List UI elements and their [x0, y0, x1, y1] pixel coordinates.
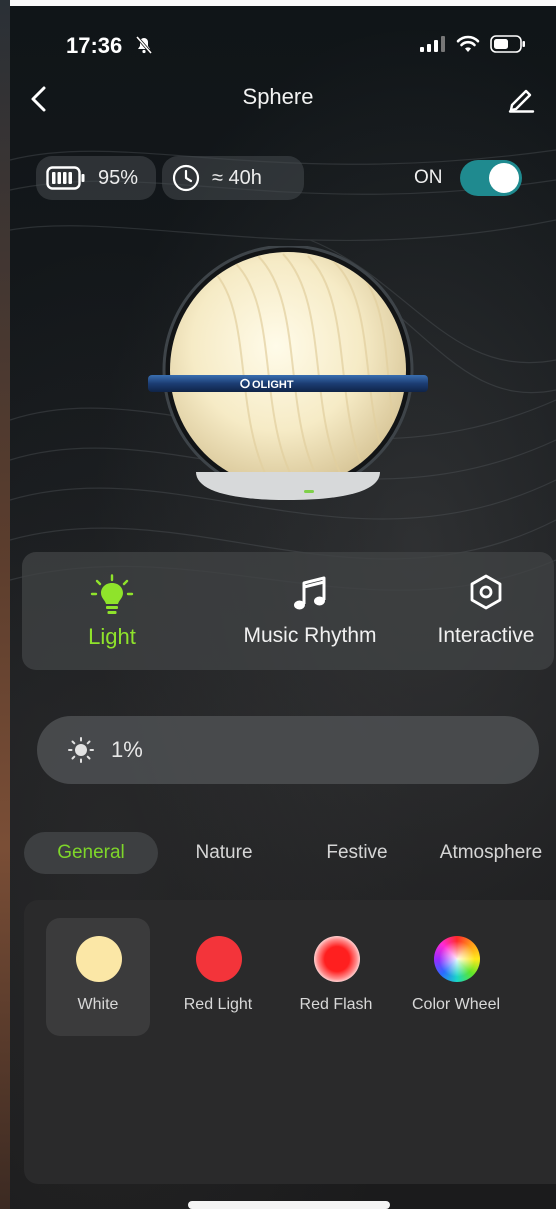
power-toggle[interactable]: [460, 160, 522, 196]
edit-icon[interactable]: [506, 83, 536, 113]
brightness-value: 1%: [111, 737, 143, 762]
lamp-image: OLIGHT: [148, 246, 428, 500]
effect-red-light[interactable]: Red Light: [166, 918, 270, 1036]
battery-level: 95%: [98, 166, 139, 189]
mode-panel: Light Music Rhythm Interactive: [22, 552, 554, 670]
red-flash-swatch: [314, 936, 360, 982]
white-swatch: [76, 936, 122, 982]
page-title: Sphere: [242, 84, 314, 109]
hexagon-icon: [470, 574, 502, 610]
effect-white[interactable]: White: [46, 918, 150, 1036]
effect-color-wheel[interactable]: Color Wheel: [404, 918, 508, 1036]
runtime-value: ≈ 40h: [212, 166, 262, 189]
mode-light-tab[interactable]: Light: [52, 552, 172, 670]
tab-nature[interactable]: Nature: [178, 832, 270, 874]
sun-icon: [68, 737, 94, 763]
mode-interactive-label: Interactive: [437, 624, 535, 647]
top-edge: [0, 0, 556, 6]
effect-red-flash[interactable]: Red Flash: [284, 918, 388, 1036]
runtime-pill: ≈ 40h: [162, 156, 304, 200]
status-time: 17:36: [66, 33, 123, 58]
mode-music-rhythm-label: Music Rhythm: [243, 624, 377, 647]
effects-panel: White Red Light Red Flash Color Wheel: [24, 900, 556, 1184]
tab-general[interactable]: General: [24, 832, 158, 874]
power-label: ON: [414, 167, 443, 188]
clock-icon: [172, 164, 200, 192]
bell-muted-icon: [135, 36, 153, 54]
battery-pill: 95%: [36, 156, 156, 200]
tab-atmosphere[interactable]: Atmosphere: [432, 832, 550, 874]
cellular-signal-icon: [420, 36, 445, 52]
battery-icon: [46, 166, 85, 190]
tab-festive[interactable]: Festive: [312, 832, 402, 874]
mode-light-label: Light: [88, 624, 136, 649]
mode-interactive-tab[interactable]: Interactive: [408, 552, 556, 670]
red-swatch: [196, 936, 242, 982]
bulb-icon: [90, 574, 134, 614]
status-icons: [420, 35, 526, 53]
brightness-slider[interactable]: 1%: [37, 716, 539, 784]
effect-label: Color Wheel: [411, 996, 501, 1013]
home-indicator: [188, 1201, 390, 1209]
battery-status-icon: [490, 35, 525, 53]
toggle-knob: [489, 163, 519, 193]
color-wheel-swatch: [434, 936, 480, 982]
mode-music-rhythm-tab[interactable]: Music Rhythm: [208, 552, 412, 670]
music-note-icon: [294, 576, 326, 610]
wifi-icon: [456, 35, 480, 52]
left-edge: [0, 0, 10, 1209]
lamp-brand: OLIGHT: [252, 379, 294, 391]
app-screen: 17:36 Sphere 95% ≈ 40h ON OLIGHT Light M…: [0, 0, 556, 1209]
